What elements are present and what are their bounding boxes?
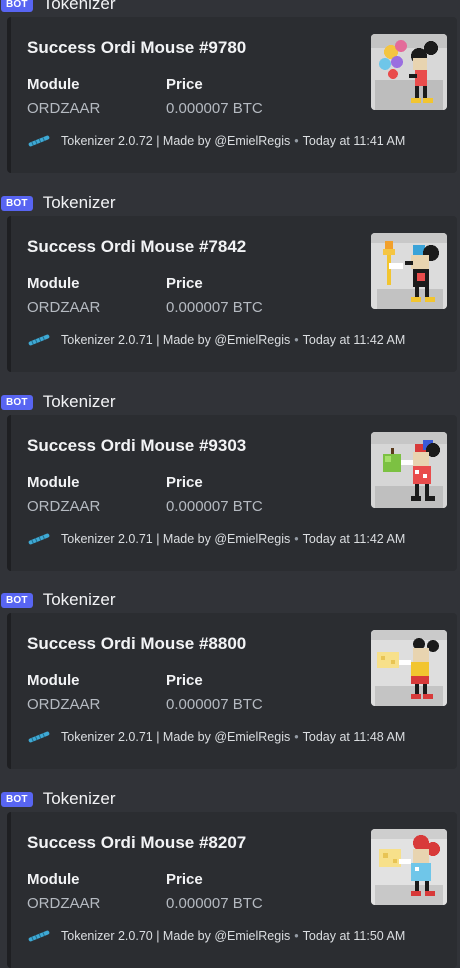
field-module-name: Module (27, 275, 80, 292)
pixel-mouse-cheese-thumbnail[interactable] (371, 630, 447, 706)
author-name[interactable]: Tokenizer (43, 193, 116, 213)
bot-tag: BOT (1, 195, 33, 211)
field-module-name: Module (27, 672, 80, 689)
field-price-value: 0.000007 BTC (166, 100, 263, 117)
footer-separator: • (294, 532, 299, 546)
footer-separator: • (294, 929, 299, 943)
timestamp[interactable]: Today at 11:48 AM (303, 730, 406, 744)
field-price-value: 0.000007 BTC (166, 696, 263, 713)
field-price-name: Price (166, 76, 203, 93)
pixel-mouse-torch-thumbnail[interactable] (371, 233, 447, 309)
footer-text: Tokenizer 2.0.71 | Made by @EmielRegis (61, 730, 291, 744)
field-module-value: ORDZAAR (27, 299, 101, 316)
embed-card: Success Ordi Mouse #9303 Module ORDZAAR … (7, 415, 457, 571)
embed-title: Success Ordi Mouse #9780 (27, 38, 247, 57)
field-module-name: Module (27, 474, 80, 491)
field-price-name: Price (166, 275, 203, 292)
field-module-value: ORDZAAR (27, 100, 101, 117)
embed-footer: Tokenizer 2.0.70 | Made by @EmielRegis •… (27, 929, 405, 943)
embed-card: Success Ordi Mouse #8207 Module ORDZAAR … (7, 812, 457, 968)
embed-card: Success Ordi Mouse #8800 Module ORDZAAR … (7, 613, 457, 769)
pixel-mouse-cheese-red-thumbnail[interactable] (371, 829, 447, 905)
embed-footer: Tokenizer 2.0.71 | Made by @EmielRegis •… (27, 333, 405, 347)
pixel-mouse-apple-thumbnail[interactable] (371, 432, 447, 508)
embed-title: Success Ordi Mouse #7842 (27, 237, 247, 256)
embed-footer: Tokenizer 2.0.72 | Made by @EmielRegis •… (27, 134, 405, 148)
bot-tag: BOT (1, 791, 33, 807)
embed-title: Success Ordi Mouse #8207 (27, 833, 247, 852)
author-name[interactable]: Tokenizer (43, 392, 116, 412)
message-header: BOT Tokenizer (0, 588, 115, 612)
footer-text: Tokenizer 2.0.72 | Made by @EmielRegis (61, 134, 291, 148)
bot-tag: BOT (1, 0, 33, 12)
footer-rope-icon (28, 135, 50, 147)
footer-text: Tokenizer 2.0.71 | Made by @EmielRegis (61, 333, 291, 347)
footer-rope-icon (28, 731, 50, 743)
field-module-name: Module (27, 76, 80, 93)
embed-footer: Tokenizer 2.0.71 | Made by @EmielRegis •… (27, 730, 405, 744)
bot-tag: BOT (1, 394, 33, 410)
footer-separator: • (294, 134, 299, 148)
field-price-value: 0.000007 BTC (166, 895, 263, 912)
timestamp[interactable]: Today at 11:42 AM (303, 333, 406, 347)
message-header: BOT Tokenizer (0, 191, 115, 215)
embed-footer: Tokenizer 2.0.71 | Made by @EmielRegis •… (27, 532, 405, 546)
field-price-value: 0.000007 BTC (166, 299, 263, 316)
field-price-value: 0.000007 BTC (166, 498, 263, 515)
bot-tag: BOT (1, 592, 33, 608)
author-name[interactable]: Tokenizer (43, 590, 116, 610)
message-feed: BOT Tokenizer Success Ordi Mouse #9780 M… (0, 0, 460, 968)
field-price-name: Price (166, 871, 203, 888)
footer-rope-icon (28, 533, 50, 545)
footer-text: Tokenizer 2.0.70 | Made by @EmielRegis (61, 929, 291, 943)
message-header: BOT Tokenizer (0, 0, 115, 16)
author-name[interactable]: Tokenizer (43, 789, 116, 809)
footer-rope-icon (28, 334, 50, 346)
field-price-name: Price (166, 672, 203, 689)
embed-card: Success Ordi Mouse #9780 Module ORDZAAR … (7, 17, 457, 173)
field-price-name: Price (166, 474, 203, 491)
embed-title: Success Ordi Mouse #8800 (27, 634, 247, 653)
field-module-value: ORDZAAR (27, 696, 101, 713)
footer-rope-icon (28, 930, 50, 942)
field-module-name: Module (27, 871, 80, 888)
timestamp[interactable]: Today at 11:50 AM (303, 929, 406, 943)
timestamp[interactable]: Today at 11:42 AM (303, 532, 406, 546)
message-header: BOT Tokenizer (0, 787, 115, 811)
timestamp[interactable]: Today at 11:41 AM (303, 134, 406, 148)
embed-card: Success Ordi Mouse #7842 Module ORDZAAR … (7, 216, 457, 372)
author-name[interactable]: Tokenizer (43, 0, 116, 14)
embed-title: Success Ordi Mouse #9303 (27, 436, 247, 455)
message-header: BOT Tokenizer (0, 390, 115, 414)
footer-separator: • (294, 333, 299, 347)
field-module-value: ORDZAAR (27, 895, 101, 912)
footer-text: Tokenizer 2.0.71 | Made by @EmielRegis (61, 532, 291, 546)
field-module-value: ORDZAAR (27, 498, 101, 515)
footer-separator: • (294, 730, 299, 744)
pixel-mouse-balloons-thumbnail[interactable] (371, 34, 447, 110)
